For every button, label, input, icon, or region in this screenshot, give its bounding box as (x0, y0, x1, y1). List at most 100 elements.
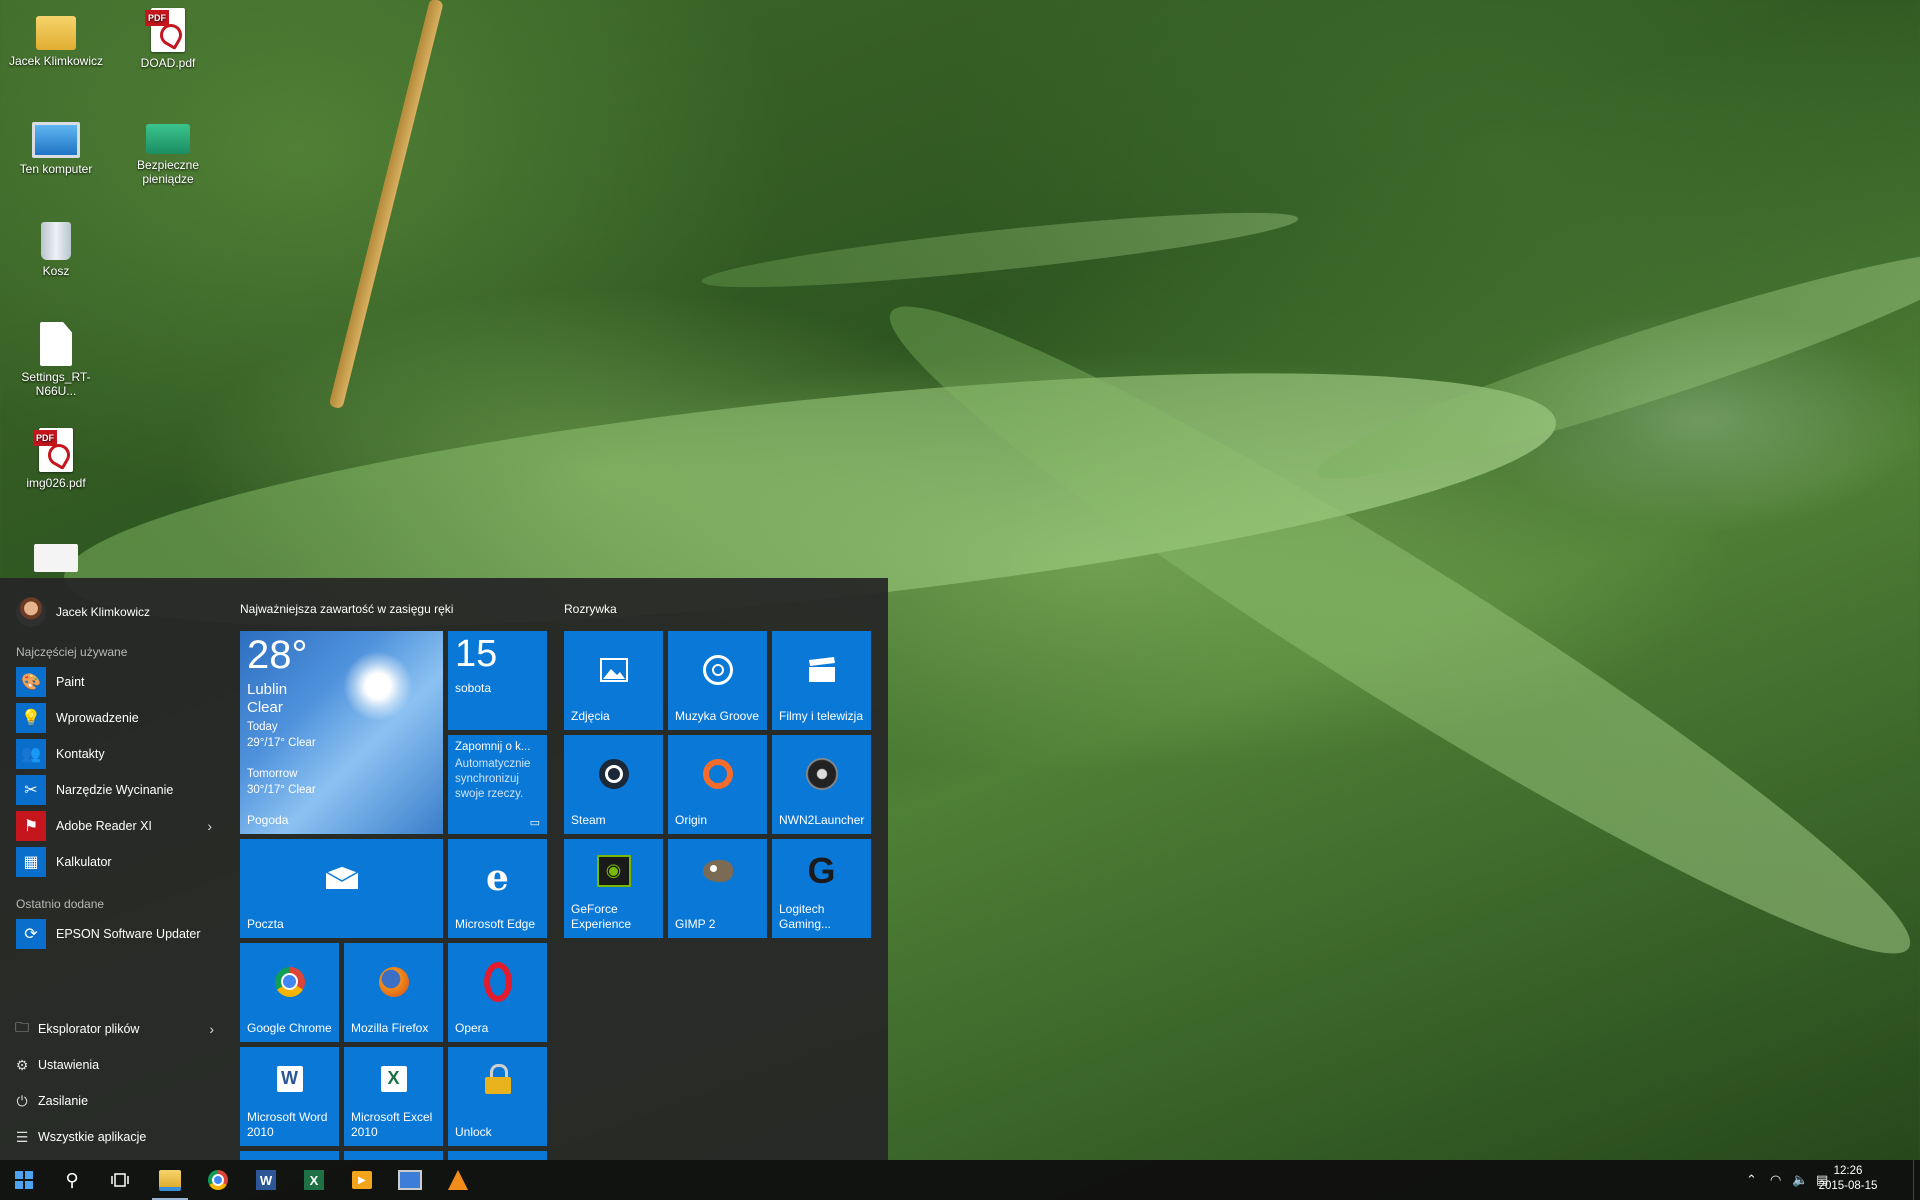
word-icon: W (256, 1170, 276, 1190)
calendar-weekday: sobota (455, 681, 492, 695)
tile-nwn2[interactable]: NWN2Launcher (772, 735, 871, 834)
clapperboard-icon (772, 631, 871, 708)
mail-icon (240, 839, 443, 916)
chrome-icon (208, 1170, 228, 1190)
app-item-kontakty[interactable]: 👥 Kontakty (16, 739, 212, 769)
avatar (16, 597, 46, 627)
app-item-paint[interactable]: 🎨 Paint (16, 667, 212, 697)
tile-firefox[interactable]: Mozilla Firefox (344, 943, 443, 1042)
recycle-bin-icon (41, 222, 71, 260)
most-used-heading: Najczęściej używane (16, 645, 128, 659)
tile-weather[interactable]: 28° Lublin Clear Today 29°/17° Clear Tom… (240, 631, 443, 834)
snipping-tool-icon: ✂ (16, 775, 46, 805)
desktop-icon[interactable]: img026.pdf (4, 428, 108, 490)
tile-unlock[interactable]: Unlock (448, 1047, 547, 1146)
taskbar-excel[interactable]: X (290, 1160, 338, 1200)
photos-icon (564, 631, 663, 708)
user-folder-icon (36, 16, 76, 50)
taskbar-word[interactable]: W (242, 1160, 290, 1200)
tile-label: NWN2Launcher (779, 813, 865, 827)
chevron-right-icon[interactable]: › (207, 818, 212, 834)
wifi-icon[interactable]: ◠ (1770, 1172, 1781, 1188)
desktop-icon[interactable] (4, 544, 108, 578)
task-view-button[interactable] (96, 1160, 144, 1200)
desktop-icon[interactable]: Ten komputer (4, 114, 108, 176)
chrome-icon (240, 943, 339, 1020)
tile-partial[interactable] (240, 1151, 339, 1160)
tile-movies[interactable]: Filmy i telewizja (772, 631, 871, 730)
tile-steam[interactable]: Steam (564, 735, 663, 834)
tile-gimp[interactable]: GIMP 2 (668, 839, 767, 938)
tile-groove[interactable]: Muzyka Groove (668, 631, 767, 730)
tile-partial[interactable] (448, 1151, 547, 1160)
tile-photos[interactable]: Zdjęcia (564, 631, 663, 730)
start-left-column: Jacek Klimkowicz Najczęściej używane 🎨 P… (0, 578, 230, 1160)
tile-edge[interactable]: e Microsoft Edge (448, 839, 547, 938)
power-button[interactable]: ⏻ Zasilanie (14, 1088, 214, 1114)
calculator-icon: ▦ (16, 847, 46, 877)
weather-city: Lublin (247, 681, 288, 698)
desktop-icon-label: Bezpieczne pieniądze (136, 158, 200, 186)
app-item-adobe-reader[interactable]: ⚑ Adobe Reader XI › (16, 811, 212, 841)
document-icon (40, 322, 72, 366)
desktop-icon[interactable]: Settings_RT-N66U... (4, 322, 108, 398)
excel-icon: X (344, 1047, 443, 1110)
edge-icon: e (486, 856, 509, 899)
taskbar-vlc[interactable] (434, 1160, 482, 1200)
tile-label: Microsoft Excel 2010 (351, 1110, 433, 1139)
steam-icon (564, 735, 663, 812)
tile-onenote[interactable]: Zapomnij o k... Automatycznie synchroniz… (448, 735, 547, 834)
app-item-wprowadzenie[interactable]: 💡 Wprowadzenie (16, 703, 212, 733)
tile-mail[interactable]: Poczta (240, 839, 443, 938)
weather-temp: 28° (247, 633, 308, 677)
desktop-icon[interactable]: Kosz (4, 218, 108, 278)
power-icon: ⏻ (16, 1092, 28, 1109)
app-item-label: Kontakty (56, 747, 105, 761)
people-icon: 👥 (16, 739, 46, 769)
tile-word[interactable]: W Microsoft Word 2010 (240, 1047, 339, 1146)
word-icon: W (240, 1047, 339, 1110)
desktop-icon[interactable]: Jacek Klimkowicz (4, 8, 108, 68)
tile-geforce[interactable]: ◉ GeForce Experience (564, 839, 663, 938)
all-apps-button[interactable]: ☰ Wszystkie aplikacje (14, 1124, 214, 1150)
tile-partial[interactable] (344, 1151, 443, 1160)
file-explorer-button[interactable]: 🗀 Eksplorator plików › (14, 1016, 214, 1042)
desktop-icon-label: Ten komputer (19, 162, 93, 176)
windows-logo-icon (15, 1171, 33, 1189)
tile-group-title: Najważniejsza zawartość w zasięgu ręki (240, 602, 454, 616)
chevron-up-icon[interactable]: ⌃ (1746, 1172, 1757, 1188)
taskbar-remote-desktop[interactable] (386, 1160, 434, 1200)
tile-chrome[interactable]: Google Chrome (240, 943, 339, 1042)
tile-group-title: Rozrywka (564, 602, 617, 616)
app-item-snipping-tool[interactable]: ✂ Narzędzie Wycinanie (16, 775, 212, 805)
tile-origin[interactable]: Origin (668, 735, 767, 834)
file-explorer-icon (159, 1169, 181, 1191)
opera-icon (448, 943, 547, 1020)
app-item-kalkulator[interactable]: ▦ Kalkulator (16, 847, 212, 877)
desktop-icon[interactable]: DOAD.pdf (116, 8, 220, 70)
start-button[interactable] (0, 1160, 48, 1200)
taskbar-chrome[interactable] (194, 1160, 242, 1200)
weather-condition: Clear (247, 699, 283, 716)
app-item-epson[interactable]: ⟳ EPSON Software Updater (16, 919, 212, 949)
taskbar-file-explorer[interactable] (146, 1160, 194, 1200)
tile-excel[interactable]: X Microsoft Excel 2010 (344, 1047, 443, 1146)
onenote-title: Zapomnij o k... (455, 741, 531, 753)
clock[interactable]: 12:26 2015-08-15 (1818, 1164, 1878, 1194)
tile-opera[interactable]: Opera (448, 943, 547, 1042)
tile-logitech[interactable]: G Logitech Gaming... (772, 839, 871, 938)
search-button[interactable]: ⚲ (48, 1160, 96, 1200)
padlock-icon (448, 1047, 547, 1110)
volume-icon[interactable]: 🔈 (1792, 1172, 1808, 1188)
start-menu: Jacek Klimkowicz Najczęściej używane 🎨 P… (0, 578, 888, 1160)
desktop-icon[interactable]: Bezpieczne pieniądze (116, 114, 220, 186)
clock-time: 12:26 (1833, 1165, 1863, 1177)
tile-label: Poczta (247, 917, 284, 931)
taskbar-media-player[interactable]: ▶ (338, 1160, 386, 1200)
show-desktop-button[interactable] (1913, 1160, 1920, 1200)
chevron-right-icon[interactable]: › (209, 1021, 214, 1037)
user-account[interactable]: Jacek Klimkowicz (16, 596, 150, 628)
tile-calendar[interactable]: 15 sobota (448, 631, 547, 730)
tile-label: Zdjęcia (571, 709, 610, 723)
settings-button[interactable]: ⚙ Ustawienia (14, 1052, 214, 1078)
